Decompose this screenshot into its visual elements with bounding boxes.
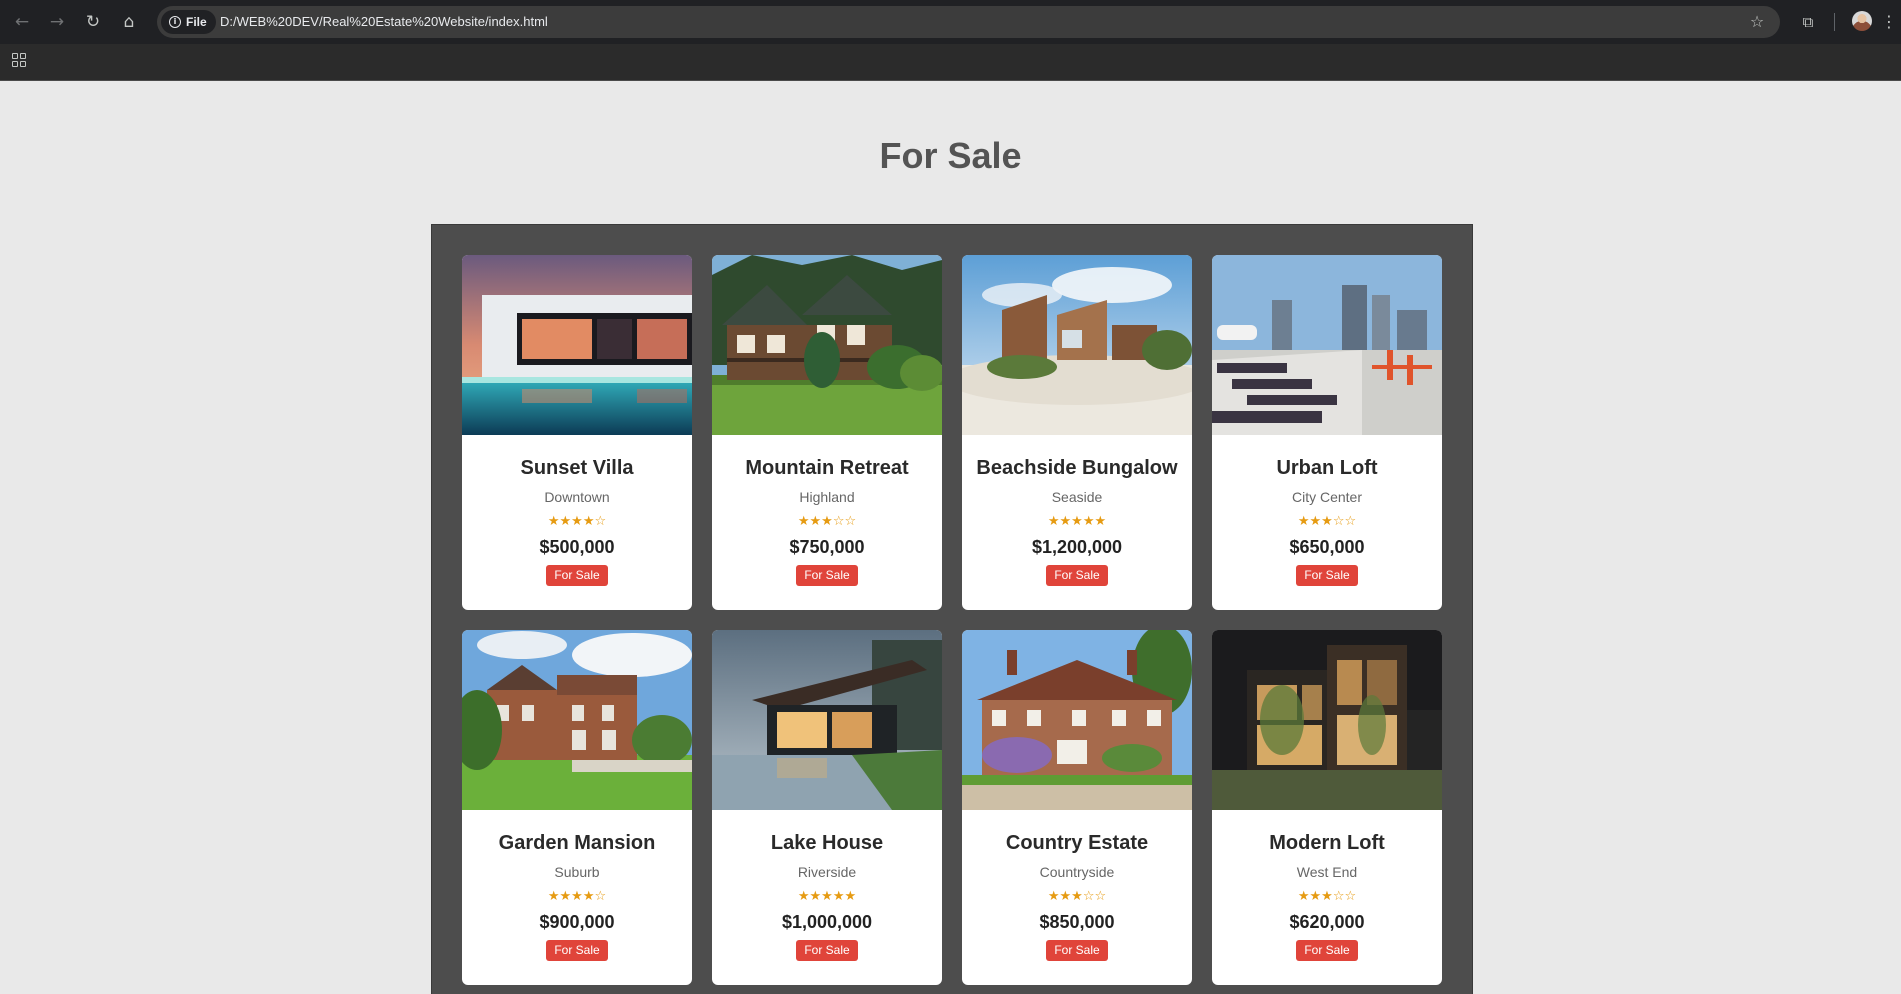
listing-price: $750,000	[789, 537, 865, 557]
property-photo	[1212, 255, 1442, 435]
property-photo	[462, 630, 692, 810]
listing-price: $1,200,000	[1031, 537, 1123, 557]
property-photo	[962, 255, 1192, 435]
for-sale-badge[interactable]: For Sale	[546, 940, 608, 961]
listing-price: $1,000,000	[781, 912, 873, 932]
reload-icon[interactable]: ↻	[81, 10, 105, 34]
listing-name: Lake House	[770, 832, 884, 854]
star-rating-icon: ★★★★☆	[547, 514, 607, 529]
listing-card[interactable]: Lake House Riverside ★★★★★ $1,000,000 Fo…	[712, 630, 942, 985]
extensions-icon[interactable]: ⧉	[1797, 11, 1819, 33]
listing-name: Modern Loft	[1269, 832, 1385, 854]
site-info-chip[interactable]: i File	[161, 10, 216, 34]
url-text[interactable]: D:/WEB%20DEV/Real%20Estate%20Website/ind…	[220, 14, 548, 29]
for-sale-badge[interactable]: For Sale	[1046, 940, 1108, 961]
listing-card[interactable]: Sunset Villa Downtown ★★★★☆ $500,000 For…	[462, 255, 692, 610]
profile-avatar[interactable]	[1852, 11, 1872, 31]
listings-panel: Sunset Villa Downtown ★★★★☆ $500,000 For…	[431, 224, 1473, 994]
listing-card[interactable]: Mountain Retreat Highland ★★★☆☆ $750,000…	[712, 255, 942, 610]
for-sale-badge[interactable]: For Sale	[1296, 940, 1358, 961]
star-rating-icon: ★★★☆☆	[797, 514, 857, 529]
listing-location: West End	[1296, 864, 1358, 880]
for-sale-badge[interactable]: For Sale	[796, 565, 858, 586]
listing-card[interactable]: Garden Mansion Suburb ★★★★☆ $900,000 For…	[462, 630, 692, 985]
listing-card[interactable]: Urban Loft City Center ★★★☆☆ $650,000 Fo…	[1212, 255, 1442, 610]
property-photo	[462, 255, 692, 435]
listing-name: Country Estate	[1005, 832, 1149, 854]
star-rating-icon: ★★★★★	[1047, 514, 1107, 529]
property-photo	[962, 630, 1192, 810]
bookmarks-bar	[0, 44, 1901, 81]
for-sale-badge[interactable]: For Sale	[546, 565, 608, 586]
star-rating-icon: ★★★☆☆	[1047, 889, 1107, 904]
listing-name: Sunset Villa	[520, 457, 634, 479]
toolbar-divider	[1834, 13, 1835, 31]
site-chip-label: File	[186, 15, 207, 29]
menu-dots-icon[interactable]: ⋮	[1881, 11, 1897, 33]
listing-location: Seaside	[1051, 489, 1103, 505]
property-photo	[1212, 630, 1442, 810]
listing-grid: Sunset Villa Downtown ★★★★☆ $500,000 For…	[462, 255, 1442, 985]
for-sale-badge[interactable]: For Sale	[1046, 565, 1108, 586]
for-sale-badge[interactable]: For Sale	[796, 940, 858, 961]
listing-name: Mountain Retreat	[745, 457, 909, 479]
forward-arrow-icon[interactable]: →	[45, 10, 69, 34]
listing-price: $620,000	[1289, 912, 1365, 932]
page-title: For Sale	[879, 135, 1022, 176]
listing-location: Highland	[799, 489, 855, 505]
star-rating-icon: ★★★☆☆	[1297, 889, 1357, 904]
listing-price: $900,000	[539, 912, 615, 932]
listing-name: Beachside Bungalow	[976, 457, 1178, 479]
back-arrow-icon[interactable]: ←	[10, 10, 34, 34]
listing-card[interactable]: Beachside Bungalow Seaside ★★★★★ $1,200,…	[962, 255, 1192, 610]
property-photo	[712, 630, 942, 810]
listing-name: Garden Mansion	[498, 832, 656, 854]
apps-grid-icon[interactable]	[12, 53, 28, 69]
property-photo	[712, 255, 942, 435]
star-rating-icon: ★★★☆☆	[1297, 514, 1357, 529]
listing-location: Countryside	[1039, 864, 1115, 880]
bookmark-star-icon[interactable]: ☆	[1746, 11, 1768, 33]
star-rating-icon: ★★★★☆	[547, 889, 607, 904]
for-sale-badge[interactable]: For Sale	[1296, 565, 1358, 586]
listing-price: $650,000	[1289, 537, 1365, 557]
listing-location: Suburb	[554, 864, 600, 880]
listing-location: Riverside	[797, 864, 857, 880]
listing-card[interactable]: Modern Loft West End ★★★☆☆ $620,000 For …	[1212, 630, 1442, 985]
home-icon[interactable]: ⌂	[117, 10, 141, 34]
listing-location: Downtown	[544, 489, 610, 505]
star-rating-icon: ★★★★★	[797, 889, 857, 904]
listing-card[interactable]: Country Estate Countryside ★★★☆☆ $850,00…	[962, 630, 1192, 985]
address-bar[interactable]: i File D:/WEB%20DEV/Real%20Estate%20Webs…	[157, 6, 1780, 38]
listing-price: $500,000	[539, 537, 615, 557]
listing-location: City Center	[1291, 489, 1363, 505]
listing-name: Urban Loft	[1276, 457, 1378, 479]
info-icon: i	[169, 16, 181, 28]
listing-price: $850,000	[1039, 912, 1115, 932]
